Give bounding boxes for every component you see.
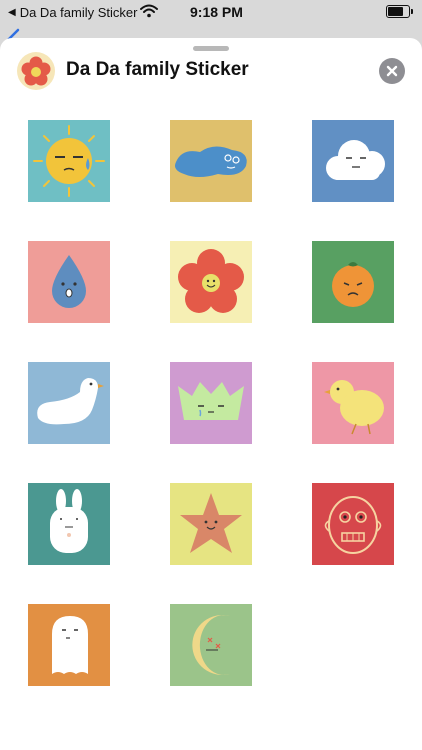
flower-app-icon	[17, 52, 55, 90]
status-bar: ◀ Da Da family Sticker 9:18 PM	[0, 0, 422, 26]
sticker-cloud[interactable]	[312, 120, 394, 202]
sticker-puddle[interactable]	[170, 120, 252, 202]
status-time: 9:18 PM	[190, 4, 243, 20]
sticker-bunny[interactable]	[28, 483, 110, 565]
sticker-starfish[interactable]	[170, 483, 252, 565]
sticker-raindrop[interactable]	[28, 241, 110, 323]
back-chevron-icon: ◀	[8, 7, 16, 18]
sticker-sheet: Da Da family Sticker	[0, 38, 422, 750]
battery-icon	[386, 5, 413, 18]
close-icon	[386, 65, 398, 77]
sticker-mask[interactable]	[312, 483, 394, 565]
sticker-crown[interactable]	[170, 362, 252, 444]
sticker-ghost[interactable]	[28, 604, 110, 686]
sticker-orange[interactable]	[312, 241, 394, 323]
sticker-moon[interactable]	[170, 604, 252, 686]
back-app-label: Da Da family Sticker	[19, 5, 138, 20]
sheet-grabber[interactable]	[193, 46, 229, 51]
sticker-chick[interactable]	[312, 362, 394, 444]
back-to-app-button[interactable]: ◀ Da Da family Sticker	[8, 5, 137, 20]
sticker-sun[interactable]	[28, 120, 110, 202]
sticker-flower[interactable]	[170, 241, 252, 323]
sticker-duck[interactable]	[28, 362, 110, 444]
sheet-title: Da Da family Sticker	[66, 59, 249, 80]
wifi-icon	[140, 4, 158, 18]
close-button[interactable]	[379, 58, 405, 84]
